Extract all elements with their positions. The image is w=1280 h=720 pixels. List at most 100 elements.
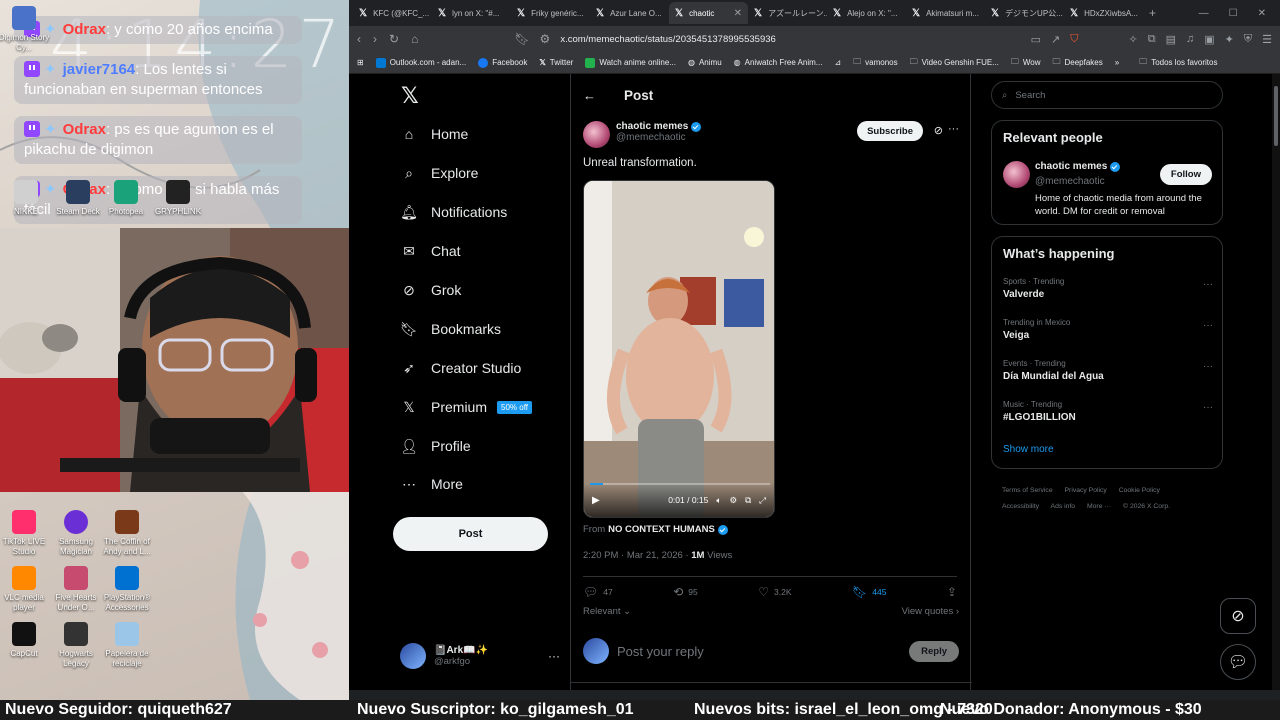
messages-fab-button[interactable]: 💬︎ [1220, 644, 1256, 680]
fullscreen-icon[interactable]: ⤢ [759, 495, 766, 506]
bookmark-action[interactable]: 🔖︎ 445 [852, 585, 886, 599]
footer-link[interactable]: Privacy Policy [1065, 487, 1107, 494]
desktop-icon-playstation-accessories[interactable]: PlayStation® Accessories [99, 566, 155, 613]
reply-input[interactable]: Post your reply [617, 644, 704, 659]
bookmark-item[interactable]: ◍ Aniwatch Free Anim... [734, 58, 823, 67]
source-account[interactable]: NO CONTEXT HUMANS [608, 524, 715, 535]
wallet-icon[interactable]: ▣ [1204, 33, 1214, 46]
show-more-link[interactable]: Show more [1003, 444, 1054, 455]
forward-icon[interactable]: › [373, 32, 377, 46]
home-icon[interactable]: ⌂ [411, 32, 418, 46]
video-player[interactable]: ▶ 0:01 / 0:15 🔈︎ ⚙ ⧉ ⤢ [583, 180, 775, 518]
bookmark-folder[interactable]: 🗀 vamonos [853, 56, 897, 70]
desktop-icon-photopea[interactable]: Photopea [98, 180, 154, 217]
minimize-icon[interactable]: — [1199, 8, 1209, 19]
bookmark-item[interactable]: 𝕏 Twitter [539, 58, 573, 67]
footer-link[interactable]: Terms of Service [1002, 487, 1053, 494]
subscribe-button[interactable]: Subscribe [857, 121, 923, 141]
extension-icon[interactable]: ✧ [1129, 33, 1138, 46]
trend-item[interactable]: Trending in Mexico Veiga ··· [1003, 318, 1213, 341]
all-bookmarks-folder[interactable]: 🗀 Todos los favoritos [1139, 56, 1217, 70]
desktop-icon-nikke[interactable]: NIKKE [0, 180, 54, 217]
share-icon[interactable]: ↗ [1051, 33, 1060, 46]
close-tab-icon[interactable]: ✕ [734, 8, 742, 19]
play-icon[interactable]: ▶ [592, 495, 600, 506]
tab[interactable]: 𝕏 アズールレーン... [748, 2, 827, 24]
search-input[interactable]: ⌕ Search [991, 81, 1223, 109]
nav-creator-studio[interactable]: ➶ Creator Studio [401, 356, 521, 380]
author-name[interactable]: chaotic memes [616, 121, 688, 132]
tab[interactable]: 𝕏lyn on X: "#... [432, 2, 511, 24]
avatar[interactable] [1003, 161, 1030, 188]
bookmark-item[interactable]: Outlook.com - adan... [375, 57, 466, 68]
url-text[interactable]: x.com/memechaotic/status/203545137899553… [560, 34, 775, 45]
url-box[interactable]: 🔖︎ ⚙ x.com/memechaotic/status/2035451378… [434, 32, 934, 46]
site-info-icon[interactable]: ⚙ [540, 32, 551, 46]
bookmark-item[interactable]: Facebook [478, 57, 527, 68]
person-name[interactable]: chaotic memes [1035, 161, 1107, 172]
tab[interactable]: 𝕏 Alejo on X: "... [827, 2, 906, 24]
desktop-icon-digimon[interactable]: Digimon Story Cy... [0, 6, 52, 53]
desktop-icon-hogwarts-legacy[interactable]: Hogwarts Legacy [48, 622, 104, 669]
bookmark-item[interactable]: Watch anime online... [585, 57, 676, 68]
nav-premium[interactable]: 𝕏 Premium 50% off [401, 395, 532, 419]
nav-chat[interactable]: ✉ Chat [401, 239, 460, 263]
vpn-icon[interactable]: ⛨ [1244, 33, 1252, 46]
footer-link[interactable]: Accessibility [1002, 503, 1039, 510]
bookmark-folder[interactable]: 🗀 Wow [1011, 56, 1041, 70]
bookmark-item[interactable]: ◍ Animu [688, 58, 722, 67]
desktop-icon-gryphlink[interactable]: GRYPHLINK [150, 180, 206, 217]
desktop-icon-samsung-magician[interactable]: Samsung Magician [48, 510, 104, 557]
tab[interactable]: 𝕏 Azur Lane O... [590, 2, 669, 24]
tab[interactable]: 𝕏 KFC (@KFC_... [353, 2, 432, 24]
trend-item[interactable]: Sports · Trending Valverde ··· [1003, 277, 1213, 300]
more-icon[interactable]: ··· [1203, 361, 1213, 372]
reply-action[interactable]: 💬︎ 47 [583, 585, 613, 599]
music-icon[interactable]: ♫ [1186, 33, 1194, 46]
desktop-icon-capcut[interactable]: CapCut [0, 622, 52, 659]
more-icon[interactable]: ··· [1203, 279, 1213, 290]
desktop-icon-vlc[interactable]: VLC media player [0, 566, 52, 613]
avatar[interactable] [583, 121, 610, 148]
nav-bookmarks[interactable]: 🔖︎ Bookmarks [400, 317, 501, 341]
compose-post-button[interactable]: Post [393, 517, 548, 551]
close-window-icon[interactable]: ✕ [1258, 8, 1266, 19]
puzzle-icon[interactable]: ⧉ [1148, 33, 1156, 46]
sidebar-icon[interactable]: ▤ [1166, 33, 1176, 46]
bookmark-folder[interactable]: 🗀 Video Genshin FUE... [910, 56, 999, 70]
more-icon[interactable]: ··· [548, 649, 560, 663]
grok-fab-button[interactable]: ⊘ [1220, 598, 1256, 634]
repost-action[interactable]: ⟲ 95 [673, 585, 698, 599]
post-timestamp[interactable]: 2:20 PM · Mar 21, 2026 · [583, 550, 691, 561]
person-handle[interactable]: @memechaotic [1035, 176, 1105, 187]
desktop-icon-coffin-andy[interactable]: The Coffin of Andy and L... [99, 510, 155, 557]
footer-link[interactable]: Ads info [1051, 503, 1076, 510]
scrollbar[interactable] [1272, 74, 1280, 690]
desktop-icon-tiktok-live[interactable]: TikTok LIVE Studio [0, 510, 52, 557]
tab[interactable]: 𝕏 デジモンUP公... [985, 2, 1064, 24]
back-icon[interactable]: ‹ [357, 32, 361, 46]
nav-home[interactable]: ⌂ Home [401, 122, 469, 146]
bookmark-star-icon[interactable]: 🔖︎ [514, 32, 529, 46]
x-logo-icon[interactable]: 𝕏 [401, 84, 419, 109]
share-action[interactable]: ⇪ [947, 585, 957, 599]
desktop-icon-recycle-bin[interactable]: Papelera de reciclaje [99, 622, 155, 669]
nav-profile[interactable]: 👤︎ Profile [400, 434, 471, 458]
footer-link[interactable]: More ··· [1087, 503, 1111, 510]
leo-icon[interactable]: ✦ [1225, 33, 1234, 46]
author-handle[interactable]: @memechaotic [616, 132, 701, 143]
view-quotes-link[interactable]: View quotes › [902, 606, 959, 617]
nav-more[interactable]: ⋯ More [401, 472, 463, 496]
tab[interactable]: 𝕏 Friky genéric... [511, 2, 590, 24]
tab[interactable]: 𝕏 HDxZXiwbsA... [1064, 2, 1143, 24]
menu-icon[interactable]: ☰ [1262, 33, 1272, 46]
volume-icon[interactable]: 🔈︎ [716, 495, 721, 506]
follow-button[interactable]: Follow [1159, 164, 1212, 185]
nav-explore[interactable]: ⌕ Explore [401, 161, 478, 185]
desktop-icon-five-hearts[interactable]: Five Hearts Under O... [48, 566, 104, 613]
reload-icon[interactable]: ↻ [389, 32, 399, 46]
more-icon[interactable]: ··· [1203, 320, 1213, 331]
pip-icon[interactable]: ⧉ [745, 495, 751, 506]
apps-grid-icon[interactable]: ⊞ [357, 58, 364, 67]
tab-active[interactable]: 𝕏chaotic ✕ [669, 2, 748, 24]
